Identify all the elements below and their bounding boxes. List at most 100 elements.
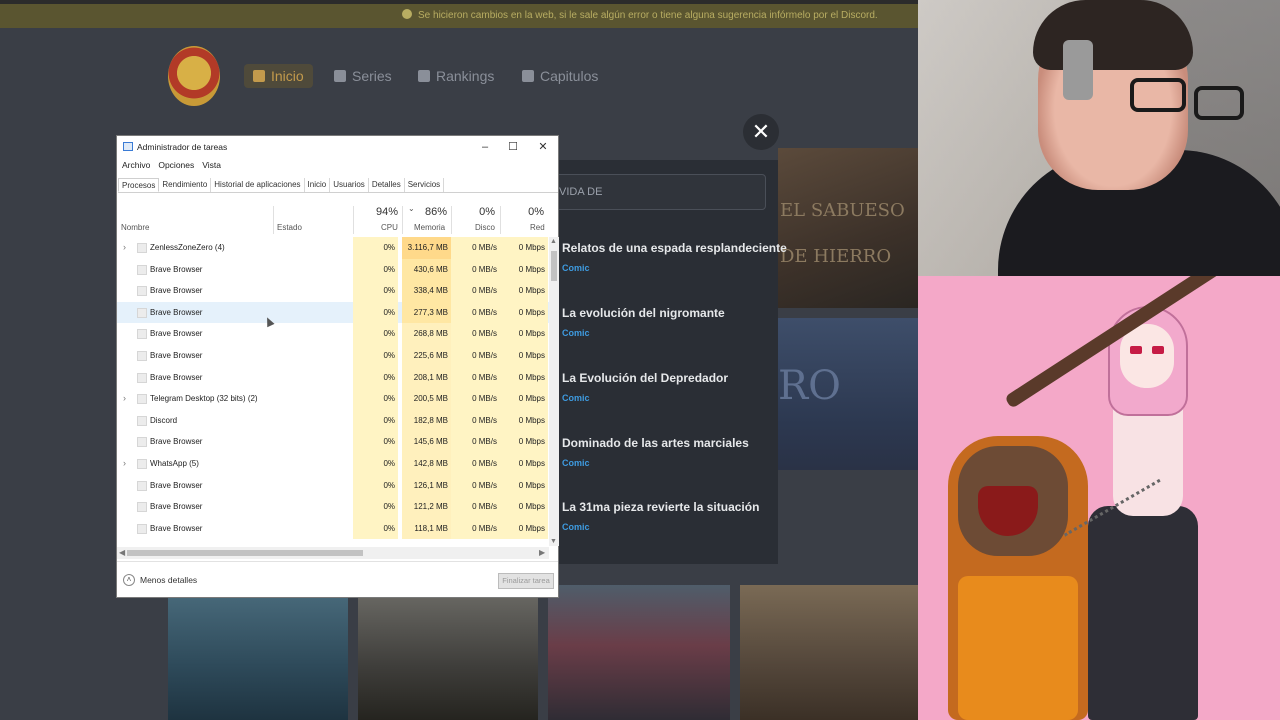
scroll-down-icon[interactable]: ▼ xyxy=(550,538,557,545)
process-network: 0 Mbps xyxy=(500,366,548,389)
cover-ro[interactable]: RO xyxy=(778,318,918,470)
cover-thumbnail[interactable] xyxy=(548,585,730,720)
minimize-button[interactable]: – xyxy=(471,139,499,155)
header-network-percent[interactable]: 0% xyxy=(509,206,544,218)
header-name[interactable]: Nombre xyxy=(121,223,149,232)
column-separator[interactable] xyxy=(451,206,452,234)
process-row[interactable]: Brave Browser 0% 121,2 MB 0 MB/s 0 Mbps xyxy=(117,496,549,518)
header-memory[interactable]: Memoria xyxy=(414,223,445,232)
vertical-scrollbar[interactable]: ▲ ▼ xyxy=(549,237,559,546)
tab-rendimiento[interactable]: Rendimiento xyxy=(159,178,212,192)
process-network: 0 Mbps xyxy=(500,301,548,324)
scroll-up-icon[interactable]: ▲ xyxy=(550,238,557,245)
header-status[interactable]: Estado xyxy=(277,223,302,232)
search-input[interactable]: VIDA DE xyxy=(548,174,766,210)
tab-servicios[interactable]: Servicios xyxy=(405,178,445,192)
process-name: Brave Browser xyxy=(150,437,203,447)
process-row[interactable]: Brave Browser 0% 338,4 MB 0 MB/s 0 Mbps xyxy=(117,280,549,302)
cover-thumbnail[interactable] xyxy=(358,585,538,720)
maximize-button[interactable]: ☐ xyxy=(499,139,527,155)
process-cpu: 0% xyxy=(353,366,398,389)
process-row[interactable]: › Telegram Desktop (32 bits) (2) 0% 200,5 M… xyxy=(117,388,549,410)
process-row[interactable]: Brave Browser 0% 225,6 MB 0 MB/s 0 Mbps xyxy=(117,344,549,367)
nav-capitulos[interactable]: Capitulos xyxy=(522,64,598,88)
site-logo[interactable] xyxy=(168,46,220,106)
app-icon xyxy=(137,458,147,469)
process-cpu: 0% xyxy=(353,388,398,410)
header-disk-percent[interactable]: 0% xyxy=(460,206,495,218)
process-row[interactable]: Brave Browser 0% 430,6 MB 0 MB/s 0 Mbps xyxy=(117,258,549,281)
process-name: WhatsApp (5) xyxy=(150,458,199,468)
process-disk: 0 MB/s xyxy=(451,388,500,410)
header-disk[interactable]: Disco xyxy=(475,223,495,232)
result-item[interactable]: La Evolución del Depredador Comic xyxy=(562,371,772,403)
column-separator[interactable] xyxy=(500,206,501,234)
column-separator[interactable] xyxy=(353,206,354,234)
process-row[interactable]: › ZenlessZoneZero (4) 0% 3.116,7 MB 0 MB/s 0 … xyxy=(117,237,549,259)
tab-historial[interactable]: Historial de aplicaciones xyxy=(211,178,305,192)
fewer-details-button[interactable]: ˄ Menos detalles xyxy=(123,574,197,586)
info-icon xyxy=(402,9,412,19)
tab-usuarios[interactable]: Usuarios xyxy=(330,178,369,192)
scroll-left-icon[interactable]: ◀ xyxy=(119,548,125,557)
scroll-thumb[interactable] xyxy=(127,550,363,556)
tab-detalles[interactable]: Detalles xyxy=(369,178,405,192)
end-task-button[interactable]: Finalizar tarea xyxy=(498,573,554,589)
process-network: 0 Mbps xyxy=(500,452,548,475)
cover-thumbnail[interactable] xyxy=(168,585,348,720)
app-icon xyxy=(137,372,147,383)
process-row[interactable]: Brave Browser 0% 208,1 MB 0 MB/s 0 Mbps xyxy=(117,366,549,389)
process-row[interactable]: Brave Browser 0% 277,3 MB 0 MB/s 0 Mbps xyxy=(117,301,549,324)
copy-icon xyxy=(522,70,534,82)
expand-chevron-icon[interactable]: › xyxy=(123,388,126,410)
column-separator[interactable] xyxy=(402,206,403,234)
cover-sabueso[interactable]: EL SABUESO DE HIERRO xyxy=(778,148,918,308)
app-icon xyxy=(137,502,147,513)
process-name: Brave Browser xyxy=(150,286,203,296)
menu-archivo[interactable]: Archivo xyxy=(122,160,150,174)
nav-rankings[interactable]: Rankings xyxy=(418,64,494,88)
tab-procesos[interactable]: Procesos xyxy=(118,178,160,192)
close-search-button[interactable]: ✕ xyxy=(743,114,779,150)
result-item[interactable]: La evolución del nigromante Comic xyxy=(562,306,772,338)
window-footer: ˄ Menos detalles Finalizar tarea xyxy=(117,561,558,598)
column-headers: Nombre Estado 94% CPU ⌄ 86% Memoria 0% D… xyxy=(117,198,549,234)
horizontal-scrollbar[interactable]: ◀ ▶ xyxy=(117,547,549,559)
scroll-right-icon[interactable]: ▶ xyxy=(539,548,545,557)
result-item[interactable]: Dominado de las artes marciales Comic xyxy=(562,436,772,468)
result-item[interactable]: Relatos de una espada resplandeciente Com… xyxy=(562,241,787,273)
process-row[interactable]: Brave Browser 0% 268,8 MB 0 MB/s 0 Mbps xyxy=(117,323,549,345)
process-network: 0 Mbps xyxy=(500,237,548,259)
column-separator[interactable] xyxy=(273,206,274,234)
header-cpu-percent[interactable]: 94% xyxy=(363,206,398,218)
header-memory-percent[interactable]: 86% xyxy=(412,206,447,218)
app-icon xyxy=(137,523,147,534)
cover-thumbnail[interactable] xyxy=(740,585,918,720)
process-name: Brave Browser xyxy=(150,307,203,317)
nav-series[interactable]: Series xyxy=(334,64,392,88)
process-name: Brave Browser xyxy=(150,350,203,360)
close-button[interactable]: ✕ xyxy=(529,139,557,155)
menu-opciones[interactable]: Opciones xyxy=(158,160,194,174)
process-row[interactable]: Brave Browser 0% 118,1 MB 0 MB/s 0 Mbps xyxy=(117,517,549,540)
menu-vista[interactable]: Vista xyxy=(202,160,221,174)
process-row[interactable]: › WhatsApp (5) 0% 142,8 MB 0 MB/s 0 Mbps xyxy=(117,452,549,475)
process-list: › ZenlessZoneZero (4) 0% 3.116,7 MB 0 MB/s 0 … xyxy=(117,237,549,546)
window-titlebar[interactable]: Administrador de tareas – ☐ ✕ xyxy=(117,136,558,158)
scroll-thumb[interactable] xyxy=(551,251,557,281)
result-item[interactable]: La 31ma pieza revierte la situación Comic xyxy=(562,500,772,532)
process-row[interactable]: Brave Browser 0% 126,1 MB 0 MB/s 0 Mbps xyxy=(117,474,549,497)
nav-inicio[interactable]: Inicio xyxy=(244,64,313,88)
header-network[interactable]: Red xyxy=(530,223,545,232)
process-row[interactable]: Discord 0% 182,8 MB 0 MB/s 0 Mbps xyxy=(117,409,549,432)
tab-inicio[interactable]: Inicio xyxy=(305,178,331,192)
expand-chevron-icon[interactable]: › xyxy=(123,453,126,475)
header-cpu[interactable]: CPU xyxy=(381,223,398,232)
process-memory: 208,1 MB xyxy=(402,366,451,389)
process-name: Discord xyxy=(150,415,178,425)
process-cpu: 0% xyxy=(353,258,398,281)
process-row[interactable]: Brave Browser 0% 145,6 MB 0 MB/s 0 Mbps xyxy=(117,431,549,453)
process-memory: 3.116,7 MB xyxy=(402,237,451,259)
expand-chevron-icon[interactable]: › xyxy=(123,237,126,259)
anime-art-overlay xyxy=(918,276,1280,720)
